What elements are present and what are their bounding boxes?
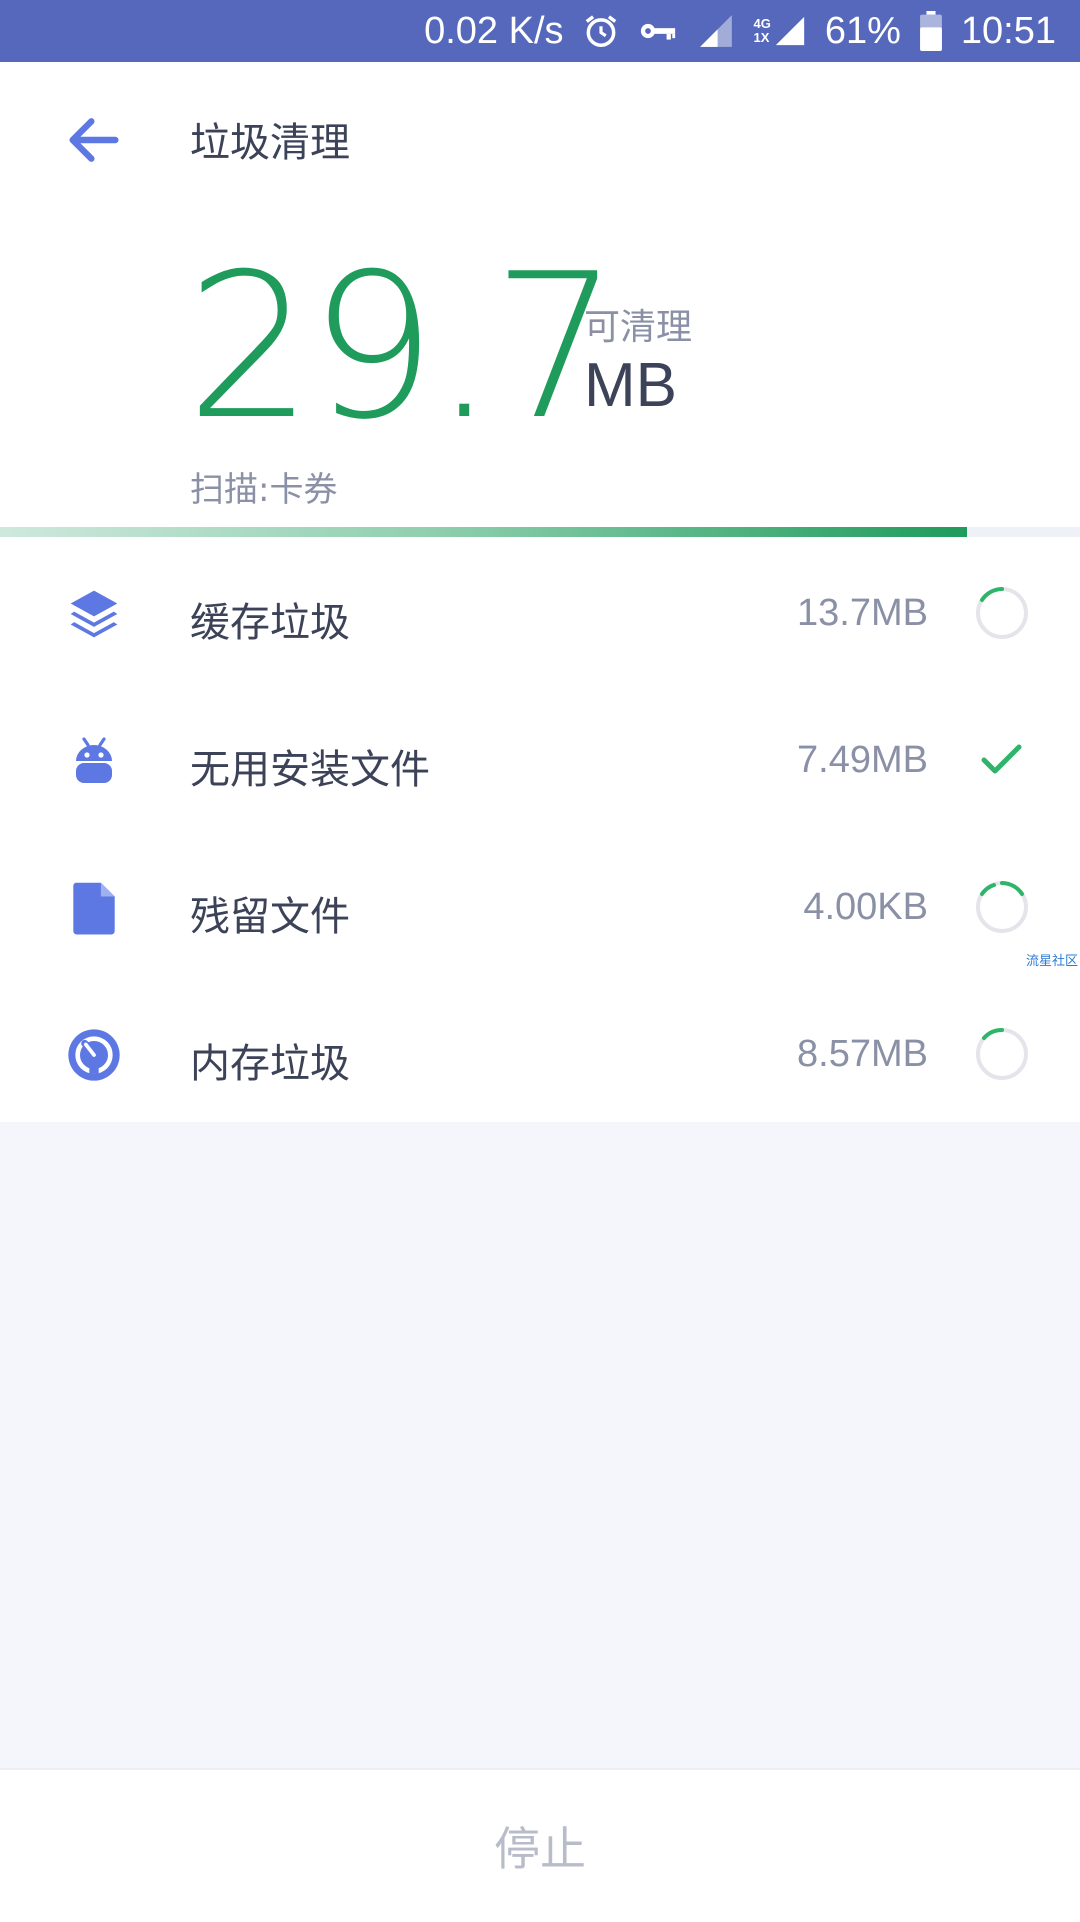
arrow-left-icon xyxy=(69,118,119,162)
list-item-residual-files[interactable]: 残留文件 4.00KB xyxy=(0,834,1080,981)
item-size: 4.00KB xyxy=(803,886,928,928)
item-label: 内存垃圾 xyxy=(190,1041,350,1087)
amount-unit: MB xyxy=(584,351,677,420)
battery-percent: 61% xyxy=(824,9,901,52)
status-bar: 0.02 K/s 4G 1X 61% 10:51 xyxy=(0,0,1080,62)
header: 垃圾清理 xyxy=(0,62,1080,212)
back-button[interactable] xyxy=(62,108,126,172)
item-size: 8.57MB xyxy=(797,1033,928,1075)
signal-icon xyxy=(696,12,736,50)
junk-category-list: 缓存垃圾 13.7MB 无用安装文件 7.49MB 残留文件 4.00KB 内存… xyxy=(0,540,1080,1128)
stop-button[interactable]: 停止 xyxy=(454,1803,626,1889)
android-icon xyxy=(64,731,124,791)
loading-spinner-icon xyxy=(974,585,1030,641)
alarm-icon xyxy=(582,12,620,50)
battery-icon xyxy=(919,11,943,51)
file-icon xyxy=(64,878,124,938)
cleanable-amount: 29.7 xyxy=(186,231,619,464)
item-label: 无用安装文件 xyxy=(190,747,430,793)
cleanable-label: 可清理 xyxy=(584,307,693,348)
item-size: 13.7MB xyxy=(797,592,928,634)
item-label: 残留文件 xyxy=(190,894,350,940)
main-panel: 垃圾清理 29.7 可清理 MB 扫描:卡券 缓存垃圾 13.7MB 无用安装文… xyxy=(0,62,1080,1122)
scan-progress-bar xyxy=(0,527,1080,537)
layers-icon xyxy=(64,584,124,644)
speedometer-icon xyxy=(64,1025,124,1085)
item-size: 7.49MB xyxy=(797,739,928,781)
list-item-unused-apks[interactable]: 无用安装文件 7.49MB xyxy=(0,687,1080,834)
loading-spinner-icon xyxy=(974,879,1030,935)
checkmark-icon xyxy=(974,732,1030,788)
vpn-key-icon xyxy=(638,12,678,50)
scan-progress-fill xyxy=(0,527,967,537)
item-label: 缓存垃圾 xyxy=(190,600,350,646)
page-title: 垃圾清理 xyxy=(190,120,350,166)
clock: 10:51 xyxy=(960,9,1056,52)
list-item-cache-junk[interactable]: 缓存垃圾 13.7MB xyxy=(0,540,1080,687)
network-type-signal-icon: 4G 1X xyxy=(754,12,807,50)
network-speed: 0.02 K/s xyxy=(424,9,564,52)
watermark: 流星社区 xyxy=(1025,954,1078,969)
scan-status: 扫描:卡券 xyxy=(190,470,338,510)
network-type-bottom: 1X xyxy=(753,30,770,45)
loading-spinner-icon xyxy=(974,1026,1030,1082)
network-type-top: 4G xyxy=(753,16,771,31)
list-item-memory-junk[interactable]: 内存垃圾 8.57MB xyxy=(0,981,1080,1128)
bottom-bar: 停止 xyxy=(0,1768,1080,1922)
